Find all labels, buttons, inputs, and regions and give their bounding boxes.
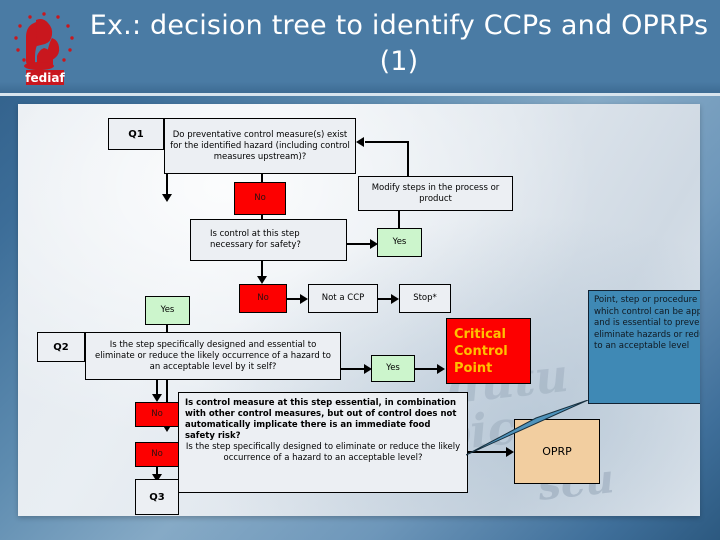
connector-modify-up	[407, 141, 409, 177]
q2-yes-box: Yes	[371, 355, 415, 382]
ccp-definition-callout: Point, step or procedure at which contro…	[588, 290, 700, 404]
q3-question-normal: Is the step specifically designed to eli…	[185, 442, 461, 463]
control-necessary-no-box: No	[239, 284, 287, 313]
arrowhead-no-notccp	[300, 294, 308, 304]
arrowhead-q1-yes	[162, 194, 172, 202]
control-necessary-yes-box: Yes	[377, 228, 422, 257]
arrowhead-notccp-stop	[391, 294, 399, 304]
control-necessary-question-box: Is control at this step necessary for sa…	[190, 219, 347, 261]
q3-label: Q3	[135, 479, 179, 515]
q3-no-box: No	[135, 442, 179, 467]
critical-control-point-box: Critical Control Point	[446, 318, 531, 384]
title-bar: fediaf Ex.: decision tree to identify CC…	[0, 0, 720, 96]
arrowhead-modify-to-q1	[356, 137, 364, 147]
logo-wordmark: fediaf	[25, 71, 65, 85]
arrowhead-yes-ccp	[437, 364, 445, 374]
stop-box: Stop*	[399, 284, 451, 313]
arrowhead-control-no	[257, 276, 267, 284]
q3-question-box: Is control measure at this step essentia…	[178, 392, 468, 493]
not-a-ccp-box: Not a CCP	[308, 284, 378, 313]
q1-no-box: No	[234, 182, 286, 215]
q1-question-box: Do preventative control measure(s) exist…	[164, 118, 356, 174]
fediaf-logo: fediaf	[8, 4, 80, 90]
q1-label: Q1	[108, 118, 164, 150]
page-title: Ex.: decision tree to identify CCPs and …	[89, 10, 709, 77]
q2-no-box: No	[135, 402, 179, 427]
q1-yes-box: Yes	[145, 296, 190, 325]
arrowhead-q2-no	[152, 394, 162, 402]
content-panel: dutu pic scu Q1 Do preventative control …	[18, 104, 700, 516]
q3-question-bold: Is control measure at this step essentia…	[185, 398, 457, 441]
slide-root: fediaf Ex.: decision tree to identify CC…	[0, 0, 720, 540]
callout-tail-icon	[466, 400, 589, 456]
q2-question-box: Is the step specifically designed and es…	[85, 332, 341, 380]
connector-modify-left	[365, 141, 409, 143]
fediaf-dog-cat-logo-icon: fediaf	[14, 12, 74, 85]
q2-label: Q2	[37, 332, 85, 362]
modify-steps-box: Modify steps in the process or product	[358, 176, 513, 211]
